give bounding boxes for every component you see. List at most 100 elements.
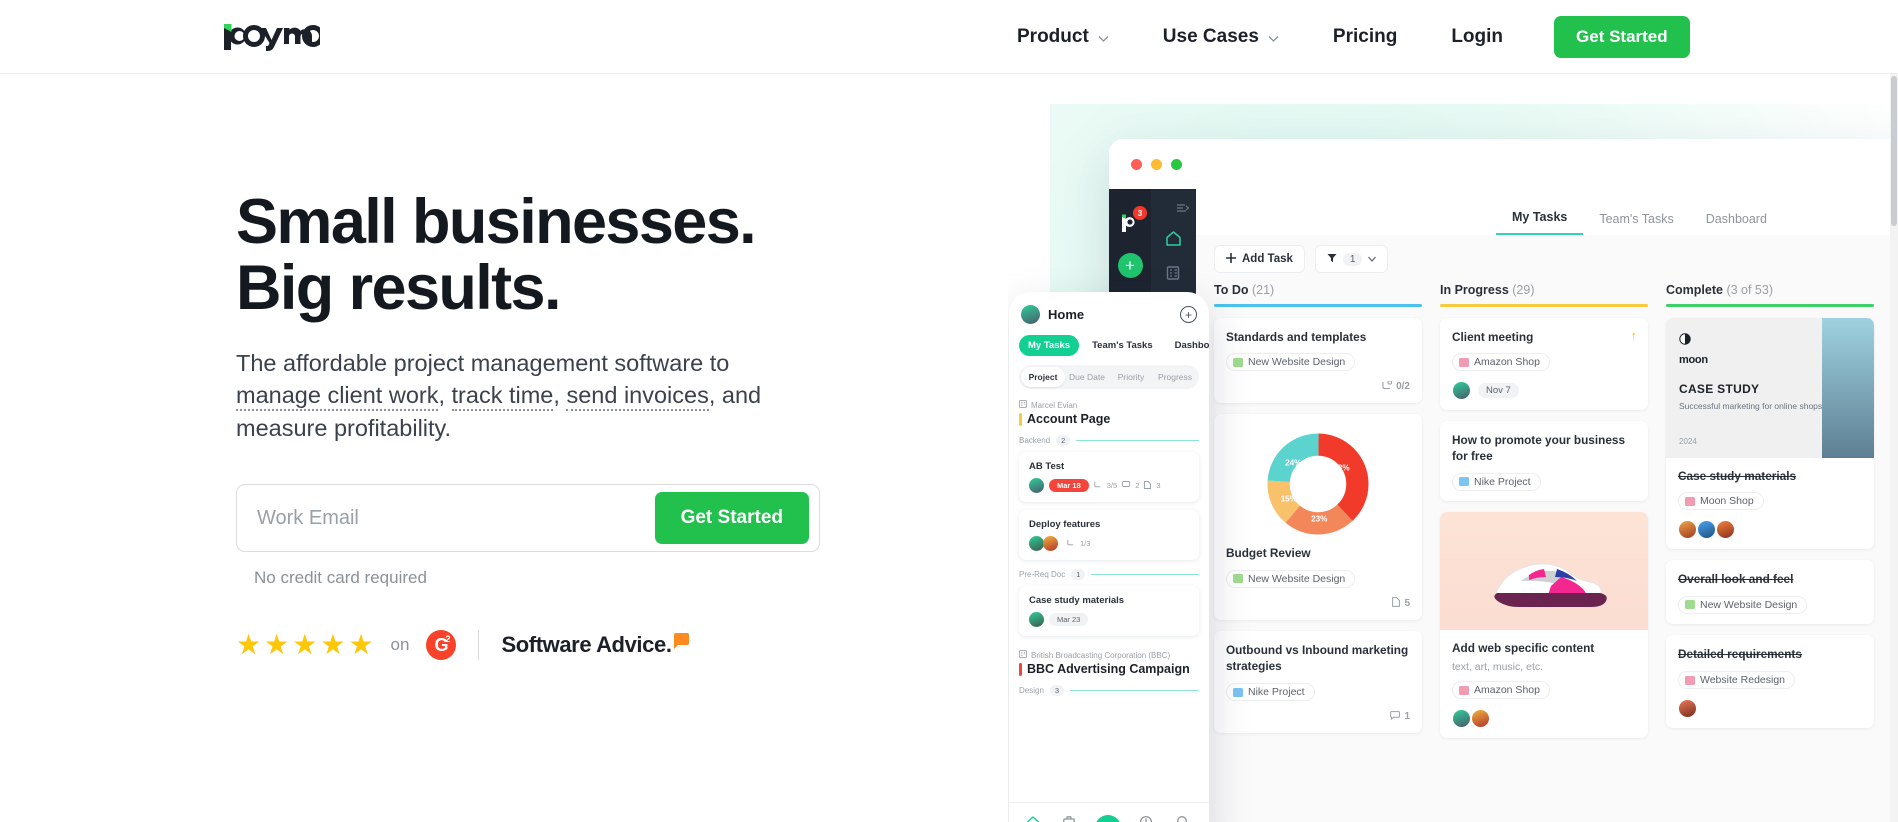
headline-line-2: Big results. xyxy=(236,252,561,323)
phone-nav-search[interactable]: Search xyxy=(1172,815,1194,822)
paymo-logo[interactable] xyxy=(222,18,320,52)
avatar[interactable] xyxy=(1029,536,1044,551)
client-label: Marcel Evian xyxy=(1031,400,1078,410)
avatar[interactable] xyxy=(1029,478,1044,493)
folder-icon xyxy=(1233,574,1243,584)
notification-badge: 3 xyxy=(1133,206,1147,220)
filter-button[interactable]: 1 xyxy=(1314,245,1389,273)
star-icon: ★ xyxy=(320,629,346,661)
folder-icon xyxy=(1685,675,1695,685)
page-scrollbar-thumb[interactable] xyxy=(1891,76,1897,226)
phone-client-name: Marcel Evian xyxy=(1019,400,1199,410)
phone-task-card[interactable]: AB Test Mar 18 3/5 2 3 xyxy=(1019,452,1199,502)
plus-circle-icon[interactable]: + xyxy=(1180,306,1197,323)
phone-tab-my-tasks[interactable]: My Tasks xyxy=(1019,335,1080,356)
tab-dashboard[interactable]: Dashboard xyxy=(1690,212,1783,235)
plus-fab-icon[interactable]: + xyxy=(1094,814,1121,822)
phone-task-list: Marcel Evian Account Page Backend 2 AB T… xyxy=(1009,389,1209,696)
segment-project[interactable]: Project xyxy=(1021,367,1065,387)
task-card[interactable]: 38% 23% 15% 24% Budget Review New Websit… xyxy=(1214,413,1422,621)
phone-nav-home[interactable]: Home xyxy=(1024,815,1043,822)
kanban-column-inprogress: In Progress (29) ↑ Client meeting Amazon… xyxy=(1440,283,1648,822)
task-card[interactable]: ↑ Client meeting Amazon Shop Nov 7 xyxy=(1440,317,1648,410)
avatar[interactable] xyxy=(1021,305,1040,324)
phone-nav-time[interactable]: Time xyxy=(1139,815,1154,822)
g2-logo-icon[interactable]: G 2 xyxy=(426,630,457,661)
add-task-button[interactable]: Add Task xyxy=(1214,245,1305,273)
company-icon[interactable] xyxy=(1165,264,1182,281)
home-icon[interactable] xyxy=(1165,230,1182,247)
work-email-input[interactable] xyxy=(237,506,655,530)
app-body: 3 + My Tasks Team's Tasks Dashboard Add … xyxy=(1109,189,1898,822)
subhead-link-manage-client-work[interactable]: manage client work xyxy=(236,382,439,412)
phone-tab-teams-tasks[interactable]: Team's Tasks xyxy=(1083,335,1162,356)
nav-item-use-cases[interactable]: Use Cases xyxy=(1136,26,1306,48)
avatar[interactable] xyxy=(1697,519,1716,539)
subhead-sep-1: , xyxy=(438,382,452,409)
project-name: Website Redesign xyxy=(1700,674,1786,687)
maximize-window-icon[interactable] xyxy=(1171,158,1182,170)
phone-task-title: AB Test xyxy=(1029,461,1065,472)
project-pill[interactable]: Moon Shop xyxy=(1678,492,1764,511)
project-pill[interactable]: Nike Project xyxy=(1226,683,1315,702)
avatar[interactable] xyxy=(1043,536,1058,551)
header-get-started-button[interactable]: Get Started xyxy=(1554,16,1690,58)
paymo-app-logo[interactable]: 3 xyxy=(1119,206,1147,233)
search-icon xyxy=(1176,815,1190,822)
software-advice-logo[interactable]: Software Advice. xyxy=(501,632,689,658)
project-pill[interactable]: New Website Design xyxy=(1678,595,1808,614)
add-task-label: Add Task xyxy=(1242,253,1293,265)
avatar[interactable] xyxy=(1716,519,1735,539)
avatar[interactable] xyxy=(1029,612,1044,627)
task-card[interactable]: Outbound vs Inbound marketing strategies… xyxy=(1214,631,1422,733)
hero-get-started-button[interactable]: Get Started xyxy=(654,492,809,545)
nav-item-product[interactable]: Product xyxy=(990,26,1136,48)
subhead-link-track-time[interactable]: track time xyxy=(451,382,554,412)
project-color-bar xyxy=(1019,662,1022,676)
project-pill[interactable]: Amazon Shop xyxy=(1452,353,1550,372)
close-window-icon[interactable] xyxy=(1131,158,1142,170)
nav-label-login: Login xyxy=(1451,26,1504,47)
phone-task-group: Backend 2 xyxy=(1019,435,1199,446)
task-card[interactable]: moon CASE STUDY Successful marketing for… xyxy=(1666,317,1874,549)
avatar[interactable] xyxy=(1678,698,1697,718)
collapse-sidebar-icon[interactable] xyxy=(1177,203,1189,213)
phone-nav-add[interactable]: + xyxy=(1094,814,1121,822)
avatar[interactable] xyxy=(1452,380,1471,400)
phone-tab-dashboard[interactable]: Dashboard xyxy=(1166,335,1209,356)
project-pill[interactable]: New Website Design xyxy=(1226,353,1356,372)
g2-superscript: 2 xyxy=(445,634,451,645)
task-card[interactable]: Standards and templates New Website Desi… xyxy=(1214,317,1422,403)
avatar[interactable] xyxy=(1471,708,1490,728)
subhead-link-send-invoices[interactable]: send invoices xyxy=(566,382,709,412)
segment-progress[interactable]: Progress xyxy=(1153,367,1197,387)
phone-task-card[interactable]: Case study materials Mar 23 xyxy=(1019,586,1199,636)
project-name: New Website Design xyxy=(1248,572,1346,585)
rail-add-button[interactable]: + xyxy=(1117,253,1143,278)
nav-item-login[interactable]: Login xyxy=(1424,26,1530,48)
task-card[interactable]: Overall look and feel New Website Design xyxy=(1666,559,1874,625)
window-titlebar xyxy=(1109,139,1898,189)
nav-item-pricing[interactable]: Pricing xyxy=(1306,26,1424,48)
project-pill[interactable]: Website Redesign xyxy=(1678,671,1796,690)
tab-teams-tasks[interactable]: Team's Tasks xyxy=(1583,212,1689,235)
minimize-window-icon[interactable] xyxy=(1151,158,1162,170)
task-card[interactable]: Detailed requirements Website Redesign xyxy=(1666,635,1874,728)
project-pill[interactable]: Nike Project xyxy=(1452,472,1541,491)
assignees xyxy=(1678,698,1862,718)
task-card[interactable]: Add web specific content text, art, musi… xyxy=(1440,512,1648,738)
segment-due-date[interactable]: Due Date xyxy=(1065,367,1109,387)
tab-my-tasks[interactable]: My Tasks xyxy=(1496,210,1584,235)
avatar[interactable] xyxy=(1452,708,1471,728)
segment-priority[interactable]: Priority xyxy=(1109,367,1153,387)
avatar[interactable] xyxy=(1678,519,1697,539)
phone-project-name[interactable]: BBC Advertising Campaign xyxy=(1019,662,1199,676)
donut-label-1: 38% xyxy=(1333,463,1350,472)
phone-task-card[interactable]: Deploy features 1/3 xyxy=(1019,510,1199,560)
task-card[interactable]: How to promote your business for free Ni… xyxy=(1440,420,1648,502)
phone-nav-work[interactable]: Work xyxy=(1061,815,1077,822)
phone-project-name[interactable]: Account Page xyxy=(1019,412,1199,426)
due-date-chip: Mar 18 xyxy=(1049,479,1089,492)
project-pill[interactable]: Amazon Shop xyxy=(1452,681,1550,700)
project-pill[interactable]: New Website Design xyxy=(1226,569,1356,588)
